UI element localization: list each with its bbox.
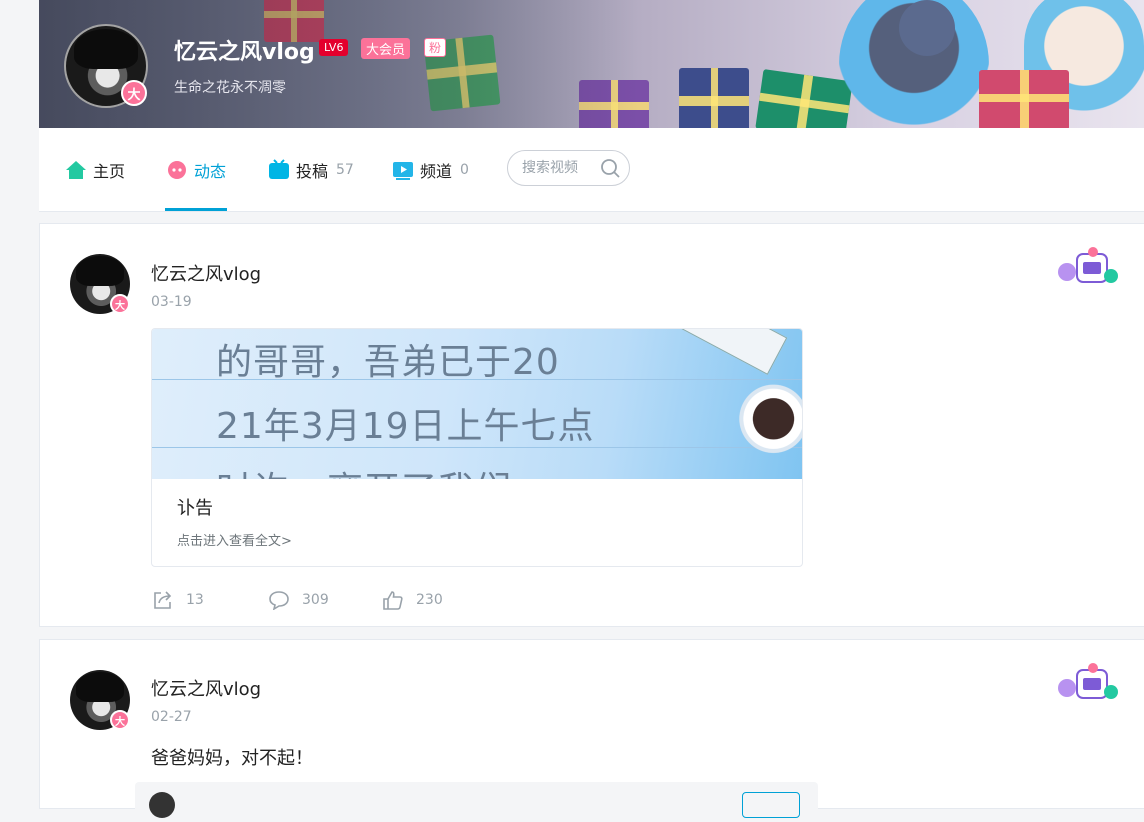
article-read-more: 点击进入查看全文> (177, 534, 292, 549)
teddy-bear-illustration (899, 0, 955, 56)
tab-channel-count: 0 (460, 162, 469, 178)
like-count: 230 (416, 592, 443, 608)
comment-count: 309 (302, 592, 329, 608)
gift-decoration (979, 70, 1069, 128)
dynamic-icon (166, 159, 188, 181)
author-name[interactable]: 忆云之风vlog (151, 260, 261, 286)
tab-channel-label: 频道 (420, 162, 453, 181)
gift-decoration (755, 69, 853, 128)
post-date[interactable]: 03-19 (151, 294, 192, 310)
profile-nav: 主页 动态 投稿 57 频道 0 (39, 128, 1144, 212)
notebook-illustration (668, 329, 788, 375)
profile-name: 忆云之风vlog (174, 40, 315, 65)
cover-text-line: 的哥哥，吾弟已于20 (216, 342, 560, 383)
home-icon (65, 159, 87, 181)
profile-signature: 生命之花永不凋零 (174, 80, 286, 96)
video-post-icon (268, 159, 290, 181)
article-title: 讣告 (177, 498, 213, 519)
comment-icon (269, 591, 289, 610)
like-button[interactable]: 230 (382, 590, 443, 610)
gift-decoration (679, 68, 749, 128)
video-search-input[interactable] (520, 159, 604, 177)
author-name[interactable]: 忆云之风vlog (151, 675, 261, 701)
cover-text-line: 时许，离开了我们 (216, 461, 512, 479)
active-tab-indicator (165, 208, 227, 211)
big-vip-avatar-badge: 大 (110, 710, 130, 730)
tab-posts[interactable]: 投稿 57 (268, 158, 354, 182)
bilibili-tv-decoration-icon (1058, 247, 1118, 283)
level-tag[interactable]: LV6 (319, 39, 349, 56)
thumbs-up-icon (383, 591, 403, 610)
share-count: 13 (186, 592, 204, 608)
big-vip-avatar-badge: 大 (110, 294, 130, 314)
bilibili-tv-decoration-icon (1058, 663, 1118, 699)
post-date[interactable]: 02-27 (151, 709, 192, 725)
search-icon[interactable] (600, 158, 620, 178)
tab-home-label: 主页 (93, 162, 126, 181)
embedded-content-card[interactable] (135, 782, 818, 822)
vip-tag[interactable]: 大会员 (361, 38, 411, 59)
article-cover-image: 的哥哥，吾弟已于20 21年3月19日上午七点 时许，离开了我们 (152, 329, 802, 479)
tab-channel[interactable]: 频道 0 (392, 158, 469, 182)
dynamic-card: 大 忆云之风vlog 02-27 爸爸妈妈，对不起！ (39, 639, 1144, 822)
big-vip-avatar-badge: 大 (121, 80, 147, 106)
tab-home[interactable]: 主页 (65, 158, 125, 182)
share-button[interactable]: 13 (152, 590, 204, 610)
tab-posts-label: 投稿 (296, 162, 329, 181)
video-search-box (507, 150, 630, 186)
tab-posts-count: 57 (336, 162, 354, 178)
tab-dynamic-label: 动态 (194, 162, 227, 181)
post-text: 爸爸妈妈，对不起！ (151, 748, 313, 769)
comment-button[interactable]: 309 (268, 590, 329, 610)
article-card[interactable]: 的哥哥，吾弟已于20 21年3月19日上午七点 时许，离开了我们 讣告 点击进入… (151, 328, 803, 567)
coffee-cup-illustration (724, 381, 802, 465)
fan-badge[interactable]: 粉 (424, 38, 447, 57)
share-icon (154, 591, 172, 609)
cover-text-line: 21年3月19日上午七点 (216, 406, 595, 447)
dynamic-card: 大 忆云之风vlog 03-19 的哥哥，吾弟已于20 21年3月19日上午七点… (39, 223, 1144, 627)
tab-dynamic[interactable]: 动态 (166, 158, 226, 182)
channel-icon (392, 159, 414, 181)
